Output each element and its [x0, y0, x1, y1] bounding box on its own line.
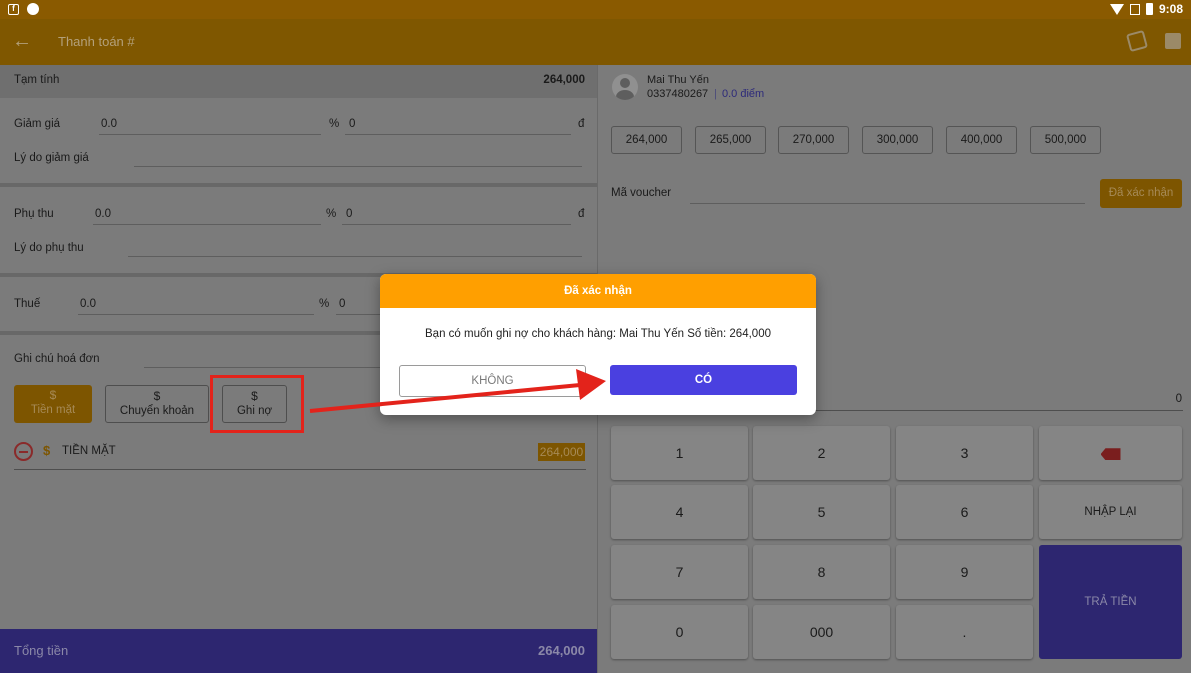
surcharge-reason-input[interactable]	[128, 256, 582, 257]
shopping-bag-icon[interactable]	[1165, 33, 1181, 49]
confirm-debt-dialog: Đã xác nhận Bạn có muốn ghi nợ cho khách…	[380, 274, 816, 415]
wifi-icon	[1109, 3, 1124, 15]
annotation-highlight-box	[210, 375, 304, 433]
discount-percent-symbol: %	[329, 118, 340, 130]
keypad-0[interactable]: 0	[611, 605, 748, 659]
app-bar: ← Thanh toán #	[0, 19, 1191, 65]
dialog-title: Đã xác nhận	[380, 274, 816, 308]
pay-button[interactable]: TRẢ TIỀN	[1039, 545, 1182, 659]
tax-percent-input[interactable]: 0	[339, 298, 345, 310]
customer-points: 0.0 điểm	[722, 88, 765, 100]
discount-percent-input[interactable]: 0	[349, 118, 355, 130]
dollar-icon: $	[43, 443, 51, 458]
quick-amount-button[interactable]: 265,000	[695, 126, 766, 154]
surcharge-amount-input[interactable]: 0.0	[95, 208, 111, 220]
quick-amount-button[interactable]: 270,000	[778, 126, 849, 154]
surcharge-percent-symbol: %	[326, 208, 337, 220]
avatar	[612, 74, 638, 100]
keypad-4[interactable]: 4	[611, 485, 748, 539]
dialog-message: Bạn có muốn ghi nợ cho khách hàng: Mai T…	[425, 328, 771, 340]
total-bar: Tổng tiền 264,000	[0, 629, 598, 673]
surcharge-label: Phụ thu	[14, 208, 54, 220]
tax-percent-symbol: %	[319, 298, 330, 310]
total-value: 264,000	[538, 643, 585, 658]
clock: 9:08	[1158, 2, 1183, 16]
customer-name: Mai Thu Yến	[647, 74, 709, 86]
payment-method-transfer-button[interactable]: $ Chuyển khoản	[105, 385, 209, 423]
surcharge-percent-underline	[342, 224, 571, 225]
cash-amount-input[interactable]: 264,000	[538, 443, 585, 461]
keypad-5[interactable]: 5	[753, 485, 890, 539]
customer-info-separator: |	[714, 88, 717, 100]
receipt-icon[interactable]	[1125, 29, 1149, 53]
subtotal-value: 264,000	[543, 74, 585, 86]
keypad-7[interactable]: 7	[611, 545, 748, 599]
keypad-3[interactable]: 3	[896, 426, 1033, 480]
tax-amount-input[interactable]: 0.0	[80, 298, 96, 310]
invoice-note-label: Ghi chú hoá đơn	[14, 353, 100, 365]
payment-amount-input[interactable]: 0	[1176, 393, 1182, 405]
page-title: Thanh toán #	[58, 34, 135, 49]
keypad-2[interactable]: 2	[753, 426, 890, 480]
discount-label: Giảm giá	[14, 118, 61, 130]
payment-method-label: Chuyển khoản	[119, 405, 195, 417]
tax-label: Thuế	[14, 298, 41, 310]
subtotal-row: Tạm tính 264,000	[0, 65, 598, 98]
customer-phone: 0337480267	[647, 88, 709, 100]
dollar-icon: $	[153, 389, 161, 403]
surcharge-reason-label: Lý do phụ thu	[14, 242, 84, 254]
reset-button[interactable]: NHẬP LẠI	[1039, 485, 1182, 539]
discount-percent-underline	[345, 134, 571, 135]
cancel-button[interactable]: KHÔNG	[399, 365, 586, 397]
status-bar: f 9:08	[0, 0, 1191, 19]
back-arrow-icon[interactable]: ←	[12, 30, 32, 53]
keypad-1[interactable]: 1	[611, 426, 748, 480]
keypad-000[interactable]: 000	[753, 605, 890, 659]
voucher-confirm-button[interactable]: Đã xác nhận	[1100, 179, 1182, 208]
discount-reason-label: Lý do giảm giá	[14, 152, 89, 164]
quick-amount-button[interactable]: 400,000	[946, 126, 1017, 154]
payment-method-label: Tiền mặt	[30, 404, 76, 416]
invoice-note-input[interactable]	[144, 367, 382, 368]
discount-amount-input[interactable]: 0.0	[101, 118, 117, 130]
section-divider	[0, 183, 598, 187]
subtotal-label: Tạm tính	[14, 74, 60, 86]
backspace-button[interactable]	[1039, 426, 1182, 480]
keypad-6[interactable]: 6	[896, 485, 1033, 539]
discount-amount-underline	[99, 134, 321, 135]
cash-line-underline	[14, 469, 586, 470]
voucher-label: Mã voucher	[611, 187, 672, 199]
surcharge-percent-input[interactable]: 0	[346, 208, 352, 220]
notification-dot-icon	[27, 3, 39, 15]
quick-amount-button[interactable]: 300,000	[862, 126, 933, 154]
total-label: Tổng tiền	[14, 643, 69, 658]
payment-method-cash-button[interactable]: $ Tiền mặt	[14, 385, 92, 423]
keypad-decimal[interactable]: .	[896, 605, 1033, 659]
no-signal-icon	[1129, 3, 1140, 15]
discount-reason-input[interactable]	[134, 166, 582, 167]
remove-circle-icon[interactable]	[14, 442, 33, 461]
dollar-icon: $	[49, 388, 57, 402]
confirm-button[interactable]: CÓ	[610, 365, 797, 395]
voucher-input[interactable]	[690, 203, 1085, 204]
surcharge-currency: đ	[578, 208, 585, 220]
quick-amount-button[interactable]: 264,000	[611, 126, 682, 154]
tax-amount-underline	[78, 314, 314, 315]
quick-amount-button[interactable]: 500,000	[1030, 126, 1101, 154]
surcharge-amount-underline	[93, 224, 321, 225]
backspace-icon	[1100, 448, 1121, 461]
facebook-notification-icon: f	[8, 3, 19, 15]
keypad-8[interactable]: 8	[753, 545, 890, 599]
tax-percent-underline	[336, 314, 380, 315]
cash-line-label: TIỀN MẶT	[62, 445, 116, 457]
keypad-9[interactable]: 9	[896, 545, 1033, 599]
battery-icon	[1145, 3, 1153, 15]
discount-currency: đ	[578, 118, 585, 130]
